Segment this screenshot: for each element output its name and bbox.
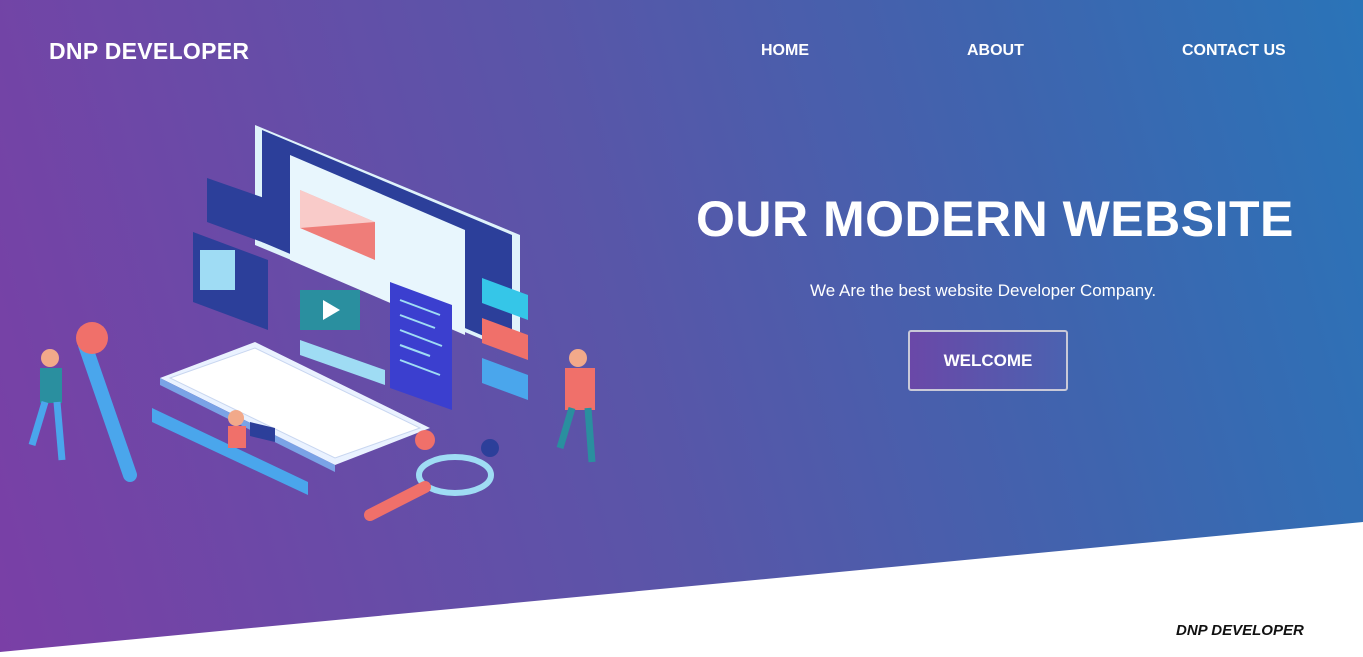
hero-subtitle: We Are the best website Developer Compan… bbox=[810, 281, 1157, 300]
hero-title: OUR MODERN WEBSITE bbox=[696, 191, 1294, 247]
brand-logo[interactable]: DNP DEVELOPER bbox=[49, 38, 249, 65]
nav-contact-link[interactable]: CONTACT US bbox=[1182, 42, 1286, 60]
person-left-icon bbox=[28, 349, 66, 461]
nav-home-link[interactable]: HOME bbox=[761, 42, 809, 60]
footer-brand: DNP DEVELOPER bbox=[1176, 622, 1304, 639]
person-right-icon bbox=[556, 349, 596, 463]
monitor-icon bbox=[255, 125, 520, 385]
nav-about-link[interactable]: ABOUT bbox=[967, 42, 1024, 60]
welcome-button[interactable]: WELCOME bbox=[908, 330, 1068, 391]
hero-illustration bbox=[28, 125, 596, 521]
